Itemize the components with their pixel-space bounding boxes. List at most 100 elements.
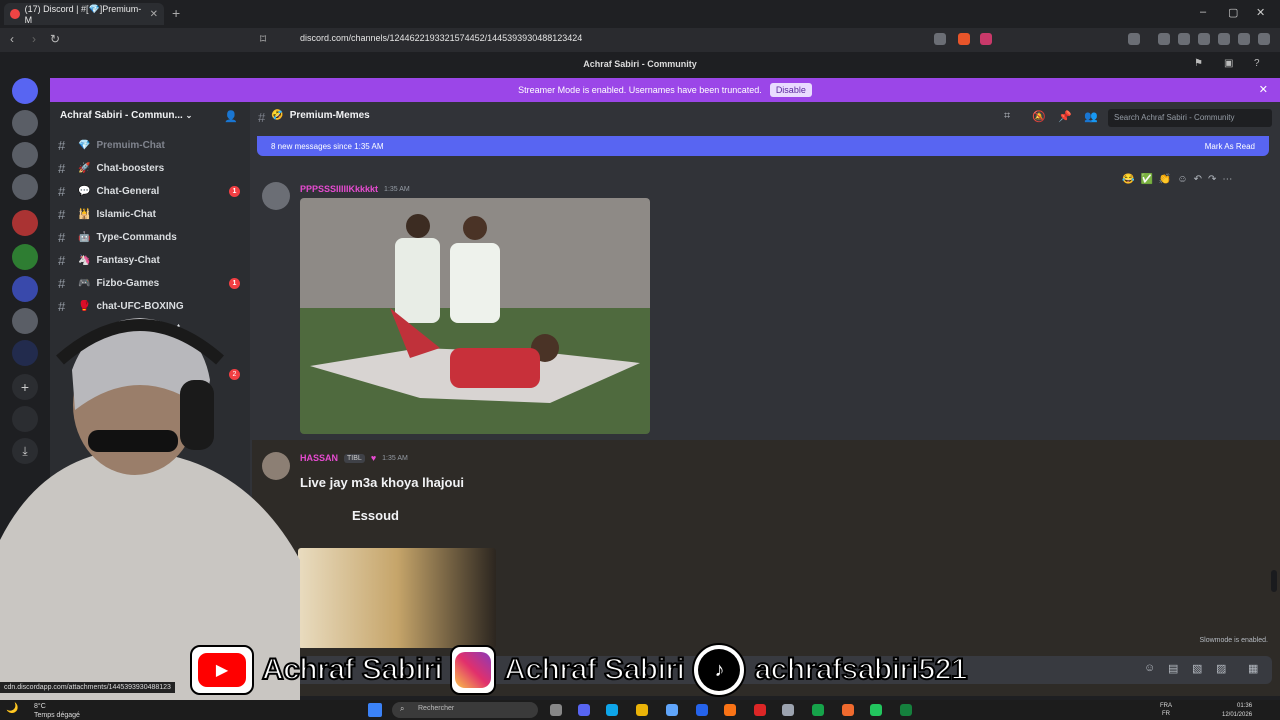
opera-icon[interactable] [754, 704, 766, 716]
meme-image[interactable] [300, 198, 650, 434]
chrome-icon[interactable] [870, 704, 882, 716]
help-icon[interactable]: ? [1254, 58, 1260, 69]
address-bar-row [0, 28, 1280, 52]
leo-icon[interactable] [1218, 33, 1230, 45]
sidebar-icon[interactable] [1178, 33, 1190, 45]
scrollbar[interactable] [1271, 570, 1277, 592]
media-icon[interactable] [812, 704, 824, 716]
sidebar-item-channel[interactable]: # 🤖 Type-Commands [58, 227, 246, 247]
tab-close-icon[interactable]: ✕ [150, 9, 158, 20]
channel-emoji: 🤖 [78, 231, 91, 243]
threads-icon[interactable]: ⌗ [1004, 110, 1010, 123]
server-icon[interactable] [12, 276, 38, 302]
social-overlay: ▶ Achraf Sabiri Achraf Sabiri ♪ achrafsa… [190, 642, 1080, 698]
members-icon[interactable]: 👥 [1084, 110, 1098, 123]
rewards-icon[interactable] [980, 33, 992, 45]
server-icon[interactable] [12, 110, 38, 136]
wallet-icon[interactable] [1198, 33, 1210, 45]
search-input[interactable]: Search Achraf Sabiri - Community [1108, 109, 1272, 127]
minimize-button[interactable]: – [1200, 6, 1206, 18]
tiktok-name: achrafsabiri521 [753, 652, 968, 687]
mail-icon[interactable] [696, 704, 708, 716]
hash-icon: # [58, 206, 66, 222]
notification-icon[interactable]: 🔕 [1032, 110, 1046, 123]
more-icon[interactable]: ⋯ [1222, 174, 1232, 190]
sidebar-item-channel[interactable]: # 🦄 Fantasy-Chat [58, 250, 246, 270]
flag-icon[interactable]: ⚑ [1194, 58, 1203, 69]
server-icon[interactable] [12, 210, 38, 236]
sidebar-item-channel[interactable]: # 🕌 Islamic-Chat [58, 204, 246, 224]
forward-icon[interactable]: › [32, 32, 36, 46]
message-image[interactable] [298, 548, 496, 648]
app-icon[interactable] [900, 704, 912, 716]
server-icon[interactable] [12, 174, 38, 200]
server-icon[interactable] [12, 142, 38, 168]
apps-icon[interactable]: ▦ [1248, 662, 1258, 675]
weather-icon[interactable]: 🌙 [6, 703, 18, 714]
invite-icon[interactable]: 👤 [224, 110, 238, 123]
chevron-down-icon: ⌄ [185, 111, 193, 120]
new-tab-icon[interactable]: + [172, 5, 180, 21]
reaction-icon[interactable]: 👏 [1159, 174, 1171, 190]
clock[interactable]: 01:36 12/01/2026 [1222, 702, 1252, 720]
reload-icon[interactable]: ↻ [50, 32, 60, 46]
forward-icon[interactable]: ↷ [1208, 174, 1216, 190]
emoji-icon[interactable]: ☺ [1144, 662, 1155, 674]
server-icon[interactable] [12, 244, 38, 270]
hash-icon: # [258, 110, 266, 125]
gif-icon[interactable]: ▤ [1168, 662, 1178, 675]
vpn-icon[interactable] [1238, 33, 1250, 45]
brave-icon[interactable] [842, 704, 854, 716]
close-window-button[interactable]: ✕ [1256, 6, 1265, 19]
weather-widget[interactable]: 8°C Temps dégagé [22, 702, 80, 720]
file-explorer-icon[interactable] [636, 704, 648, 716]
menu-icon[interactable] [1258, 33, 1270, 45]
add-reaction-icon[interactable]: ☺ [1177, 174, 1187, 190]
settings-icon[interactable] [782, 704, 794, 716]
url-field[interactable]: discord.com/channels/1244622193321574452… [300, 33, 582, 43]
edge-icon[interactable] [606, 704, 618, 716]
inbox-icon[interactable]: ▣ [1224, 58, 1233, 69]
channel-label: Chat-boosters [96, 162, 165, 174]
language-indicator[interactable]: FRA FR [1160, 702, 1172, 718]
gift-icon[interactable]: ▨ [1216, 662, 1226, 675]
guild-name: Achraf Sabiri - Commun... [60, 110, 183, 121]
maximize-button[interactable]: ▢ [1228, 6, 1238, 19]
discord-taskbar-icon[interactable] [578, 704, 590, 716]
username[interactable]: PPPSSSIIIIIKkkkkt [300, 184, 378, 194]
sidebar-item-channel[interactable]: # 💎 Premuim-Chat [58, 135, 246, 155]
mark-as-read-button[interactable]: Mark As Read [1205, 142, 1255, 151]
share-icon[interactable] [934, 33, 946, 45]
username[interactable]: HASSAN [300, 453, 338, 463]
pin-icon[interactable]: 📌 [1058, 110, 1072, 123]
unread-badge: 1 [229, 277, 240, 289]
extension-icon[interactable] [1128, 33, 1140, 45]
sidebar-item-channel[interactable]: # 🚀 Chat-boosters [58, 158, 246, 178]
home-icon[interactable] [12, 78, 38, 104]
sticker-icon[interactable]: ▧ [1192, 662, 1202, 675]
music-icon[interactable] [1158, 33, 1170, 45]
firefox-icon[interactable] [724, 704, 736, 716]
new-messages-bar[interactable]: 8 new messages since 1:35 AM Mark As Rea… [257, 136, 1269, 156]
back-icon[interactable]: ‹ [10, 32, 14, 46]
brave-shield-icon[interactable] [958, 33, 970, 45]
instagram-name: Achraf Sabiri [503, 652, 686, 687]
disable-button[interactable]: Disable [769, 83, 812, 97]
close-icon[interactable]: ✕ [1259, 83, 1268, 96]
reply-icon[interactable]: ↶ [1194, 174, 1202, 190]
taskbar-search[interactable]: Rechercher [392, 702, 538, 718]
start-icon[interactable] [368, 703, 382, 717]
task-view-icon[interactable] [550, 704, 562, 716]
browser-tab[interactable]: (17) Discord | #[💎]Premium-M ✕ [4, 3, 164, 25]
reaction-icon[interactable]: ✅ [1140, 174, 1152, 190]
guild-header[interactable]: Achraf Sabiri - Commun... ⌄ [60, 110, 192, 121]
bookmark-icon[interactable]: ⌑ [260, 32, 266, 46]
discord-title-bar: Achraf Sabiri - Community [0, 52, 1280, 76]
store-icon[interactable] [666, 704, 678, 716]
message-text: Essoud [352, 508, 399, 523]
sidebar-item-channel[interactable]: # 💬 Chat-General 1 [58, 181, 246, 201]
reaction-icon[interactable]: 😂 [1122, 174, 1134, 190]
sidebar-item-channel[interactable]: # 🎮 Fizbo-Games 1 [58, 273, 246, 293]
avatar[interactable] [262, 182, 290, 210]
channel-title: Premium-Memes [289, 110, 370, 121]
